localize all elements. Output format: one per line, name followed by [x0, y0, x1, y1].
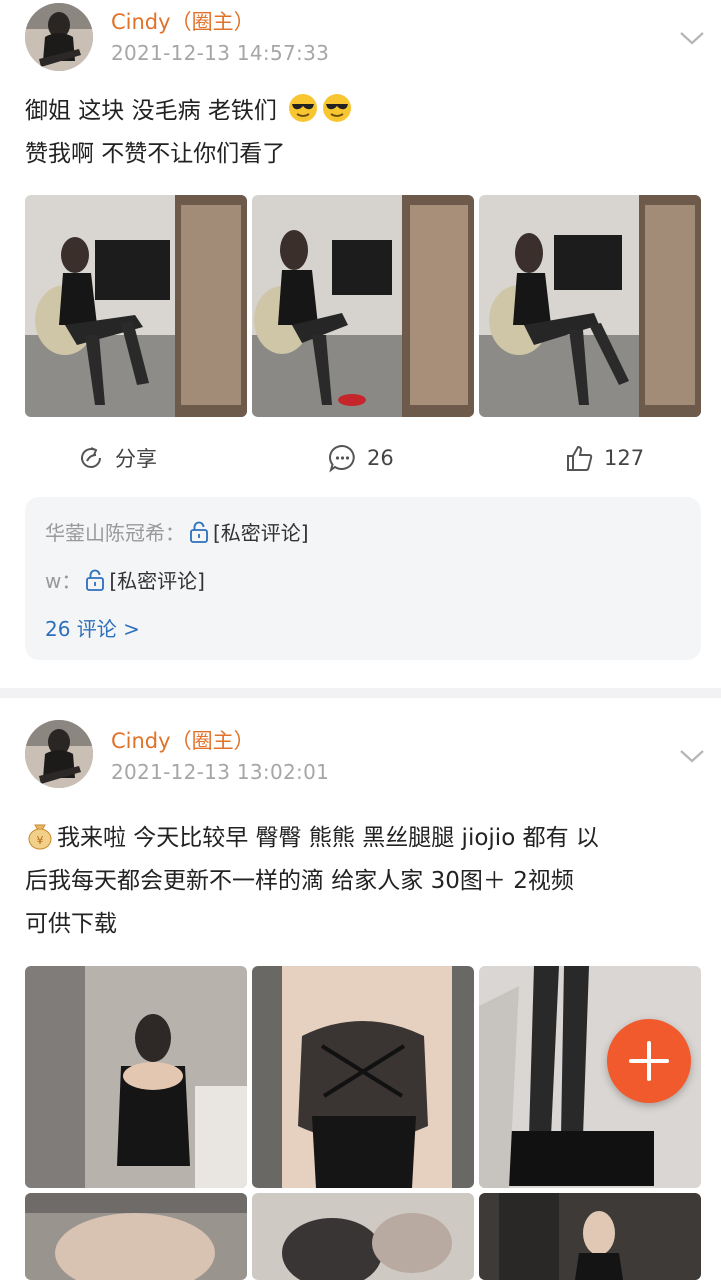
author-name[interactable]: Cindy（圈主）: [111, 725, 255, 755]
photo-thumbnail[interactable]: [479, 195, 701, 417]
lock-icon: [190, 521, 208, 543]
post-text-line-2: 赞我啊 不赞不让你们看了: [25, 141, 286, 167]
post-2: Cindy（圈主） 2021-12-13 13:02:01 ¥ 我来啦 今天比较…: [0, 698, 721, 1280]
share-button[interactable]: 分享: [77, 440, 157, 476]
photo-thumbnail[interactable]: [25, 966, 247, 1188]
post-text-line-3: 可供下载: [25, 911, 117, 937]
money-bag-emoji-icon: ¥: [28, 824, 52, 850]
compose-fab-button[interactable]: [607, 1019, 691, 1103]
comment-count: 26: [367, 446, 394, 470]
post-text-line-2: 后我每天都会更新不一样的滴 给家人家 30图＋ 2视频: [25, 868, 574, 894]
comment-row[interactable]: w： [私密评论]: [45, 565, 205, 594]
post-divider: [0, 688, 721, 698]
plus-icon: [629, 1041, 669, 1081]
svg-text:¥: ¥: [37, 834, 44, 847]
photo-thumbnail[interactable]: [252, 966, 474, 1188]
post-text-line-1: 我来啦 今天比较早 臀臀 熊熊 黑丝腿腿 jiojio 都有 以: [57, 825, 599, 851]
comment-icon: [329, 444, 355, 473]
photo-grid: [25, 966, 701, 1280]
post-text: 御姐 这块 没毛病 老铁们 赞我啊 不赞不让你们看了: [25, 90, 705, 176]
comment-row[interactable]: 华蓥山陈冠希： [私密评论]: [45, 517, 309, 546]
sunglasses-emoji-icon: [323, 94, 352, 122]
comment-user[interactable]: 华蓥山陈冠希：: [45, 517, 185, 546]
comment-user[interactable]: w：: [45, 565, 81, 594]
photo-grid: [25, 195, 701, 417]
avatar[interactable]: [25, 3, 93, 71]
like-button[interactable]: 127: [565, 440, 644, 476]
chevron-down-icon[interactable]: [679, 30, 705, 46]
photo-thumbnail[interactable]: [252, 1193, 474, 1280]
photo-thumbnail[interactable]: [25, 195, 247, 417]
comment-button[interactable]: 26: [328, 440, 394, 476]
chevron-down-icon[interactable]: [679, 748, 705, 764]
post-text-line-1: 御姐 这块 没毛病 老铁们: [25, 98, 277, 124]
comment-section: 华蓥山陈冠希： [私密评论] w： [私密评论] 26 评论 >: [25, 497, 701, 660]
sunglasses-emoji-icon: [289, 94, 318, 122]
avatar[interactable]: [25, 720, 93, 788]
thumbs-up-icon: [567, 445, 593, 471]
view-all-comments-link[interactable]: 26 评论 >: [45, 613, 140, 642]
post-timestamp: 2021-12-13 13:02:01: [111, 760, 330, 784]
post-1: Cindy（圈主） 2021-12-13 14:57:33 御姐 这块 没毛病 …: [0, 0, 721, 688]
post-text: ¥ 我来啦 今天比较早 臀臀 熊熊 黑丝腿腿 jiojio 都有 以 后我每天都…: [25, 817, 705, 946]
author-name[interactable]: Cindy（圈主）: [111, 6, 255, 36]
comment-text: [私密评论]: [109, 569, 205, 593]
share-icon: [81, 447, 101, 468]
photo-thumbnail[interactable]: [252, 195, 474, 417]
lock-icon: [86, 569, 105, 591]
photo-thumbnail[interactable]: [479, 1193, 701, 1280]
share-label: 分享: [115, 447, 157, 471]
photo-thumbnail[interactable]: [25, 1193, 247, 1280]
post-timestamp: 2021-12-13 14:57:33: [111, 41, 330, 65]
like-count: 127: [604, 446, 645, 470]
comment-text: [私密评论]: [213, 521, 309, 545]
